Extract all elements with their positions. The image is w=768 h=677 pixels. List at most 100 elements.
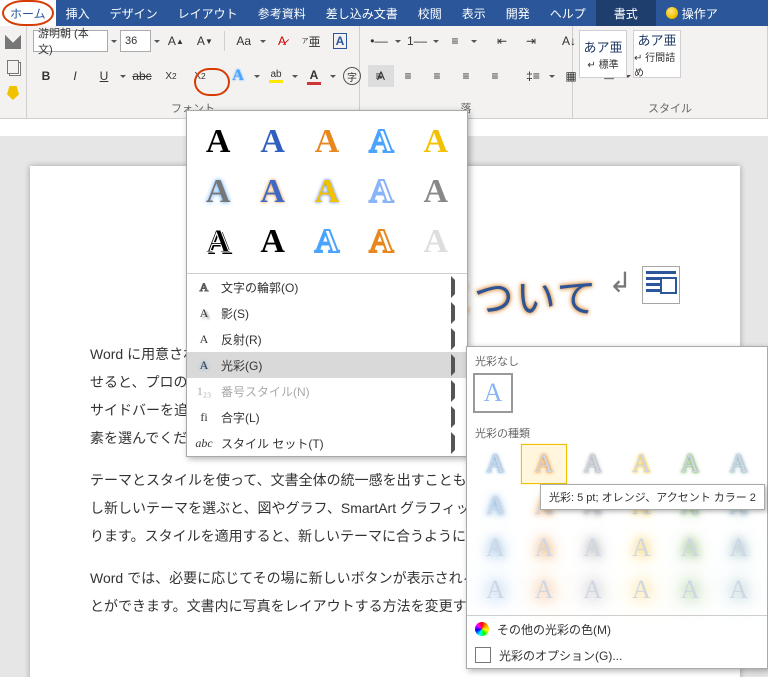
glow-preset-1[interactable]: A [471,443,520,485]
cut-button[interactable] [0,30,26,52]
font-name-box[interactable]: 游明朝 (本文) [33,30,108,52]
tab-layout[interactable]: レイアウト [168,0,248,26]
font-name-dd[interactable] [111,31,117,51]
bold-button[interactable]: B [33,65,59,87]
fx-preset-10[interactable]: A [409,167,463,217]
fx-outline[interactable]: A文字の輪郭(O) [187,274,467,300]
glow-preset-13[interactable]: A [471,527,520,569]
fx-preset-11[interactable]: A [191,217,245,267]
tab-view[interactable]: 表示 [452,0,496,26]
tab-help[interactable]: ヘルプ [540,0,596,26]
increase-indent-button[interactable]: ⇥ [518,30,544,52]
fx-preset-15[interactable]: A [409,217,463,267]
numbering-button[interactable]: 1–– [404,30,430,52]
fx-shadow[interactable]: A影(S) [187,300,467,326]
bullets-dd[interactable] [395,31,401,51]
grow-font-button[interactable]: A▲ [163,30,189,52]
fx-preset-4[interactable]: A [354,117,408,167]
fx-preset-3[interactable]: A [300,117,354,167]
fx-preset-7[interactable]: A [245,167,299,217]
format-painter-button[interactable] [0,82,26,104]
style-no-spacing[interactable]: あア亜 ↵ 行間詰め [633,30,681,78]
tab-references[interactable]: 参考資料 [248,0,316,26]
align-center-button[interactable]: ≡ [395,65,421,87]
glow-preset-19[interactable]: A [471,569,520,611]
font-size-box[interactable]: 36 [120,30,151,52]
fx-preset-8[interactable]: A [300,167,354,217]
superscript-button[interactable]: X2 [187,65,213,87]
highlight-button[interactable]: ab [263,65,289,87]
glow-preset-22[interactable]: A [617,569,666,611]
underline-button[interactable]: U [91,65,117,87]
glow-preset-2[interactable]: A [520,443,569,485]
fx-preset-9[interactable]: A [354,167,408,217]
fx-preset-2[interactable]: A [245,117,299,167]
highlight-dd[interactable] [292,66,298,86]
decrease-indent-button[interactable]: ⇤ [489,30,515,52]
tab-mailings[interactable]: 差し込み文書 [316,0,408,26]
character-border-button[interactable]: A [327,30,353,52]
text-effects-dd[interactable] [254,66,260,86]
font-size-dd[interactable] [154,31,160,51]
glow-none[interactable]: A [473,373,513,413]
glow-preset-3[interactable]: A [568,443,617,485]
fx-ligatures[interactable]: fi合字(L) [187,404,467,430]
tab-review[interactable]: 校閲 [408,0,452,26]
italic-button[interactable]: I [62,65,88,87]
line-spacing-button[interactable]: ‡≡ [520,65,546,87]
glow-preset-24[interactable]: A [714,569,763,611]
glow-preset-21[interactable]: A [568,569,617,611]
tab-format[interactable]: 書式 [596,0,656,26]
align-right-button[interactable]: ≡ [424,65,450,87]
line-spacing-dd[interactable] [549,66,555,86]
numbering-dd[interactable] [433,31,439,51]
fx-glow[interactable]: A光彩(G) [187,352,467,378]
glow-preset-17[interactable]: A [666,527,715,569]
glow-preset-15[interactable]: A [568,527,617,569]
phonetic-guide-button[interactable]: ア亜 [298,30,324,52]
glow-preset-23[interactable]: A [666,569,715,611]
fx-reflection[interactable]: A反射(R) [187,326,467,352]
strike-button[interactable]: abc [129,65,155,87]
bullets-button[interactable]: •–– [366,30,392,52]
multilevel-dd[interactable] [471,31,477,51]
subscript-button[interactable]: X2 [158,65,184,87]
tab-design[interactable]: デザイン [100,0,168,26]
tab-insert[interactable]: 挿入 [56,0,100,26]
justify-button[interactable]: ≡ [453,65,479,87]
text-effects-button[interactable]: A [225,65,251,87]
font-color-dd[interactable] [330,66,336,86]
fx-stylistic-sets[interactable]: abcスタイル セット(T) [187,430,467,456]
glow-more-colors[interactable]: その他の光彩の色(M) [467,616,767,642]
change-case-button[interactable]: Aa [231,30,257,52]
change-case-dd[interactable] [260,31,266,51]
fx-preset-6[interactable]: A [191,167,245,217]
clear-formatting-button[interactable]: A̷ [269,30,295,52]
style-normal[interactable]: あア亜 ↵ 標準 [579,30,627,78]
fx-preset-5[interactable]: A [409,117,463,167]
glow-preset-18[interactable]: A [714,527,763,569]
fx-preset-12[interactable]: A [245,217,299,267]
glow-preset-16[interactable]: A [617,527,666,569]
copy-button[interactable] [0,56,26,78]
font-color-button[interactable]: A [301,65,327,87]
fx-preset-14[interactable]: A [354,217,408,267]
align-left-button[interactable]: ≡ [366,65,392,87]
glow-preset-7[interactable]: A [471,485,520,527]
glow-preset-6[interactable]: A [714,443,763,485]
fx-preset-13[interactable]: A [300,217,354,267]
tell-me[interactable]: 操作ア [656,0,728,26]
tab-home[interactable]: ホーム [0,0,56,26]
multilevel-button[interactable]: ≡ [442,30,468,52]
glow-preset-4[interactable]: A [617,443,666,485]
glow-preset-20[interactable]: A [520,569,569,611]
glow-preset-5[interactable]: A [666,443,715,485]
glow-preset-14[interactable]: A [520,527,569,569]
glow-options[interactable]: 光彩のオプション(G)... [467,642,767,668]
distributed-button[interactable]: ≡ [482,65,508,87]
shrink-font-button[interactable]: A▼ [192,30,218,52]
layout-options-button[interactable] [642,266,680,304]
underline-dd[interactable] [120,66,126,86]
fx-preset-1[interactable]: A [191,117,245,167]
tab-developer[interactable]: 開発 [496,0,540,26]
